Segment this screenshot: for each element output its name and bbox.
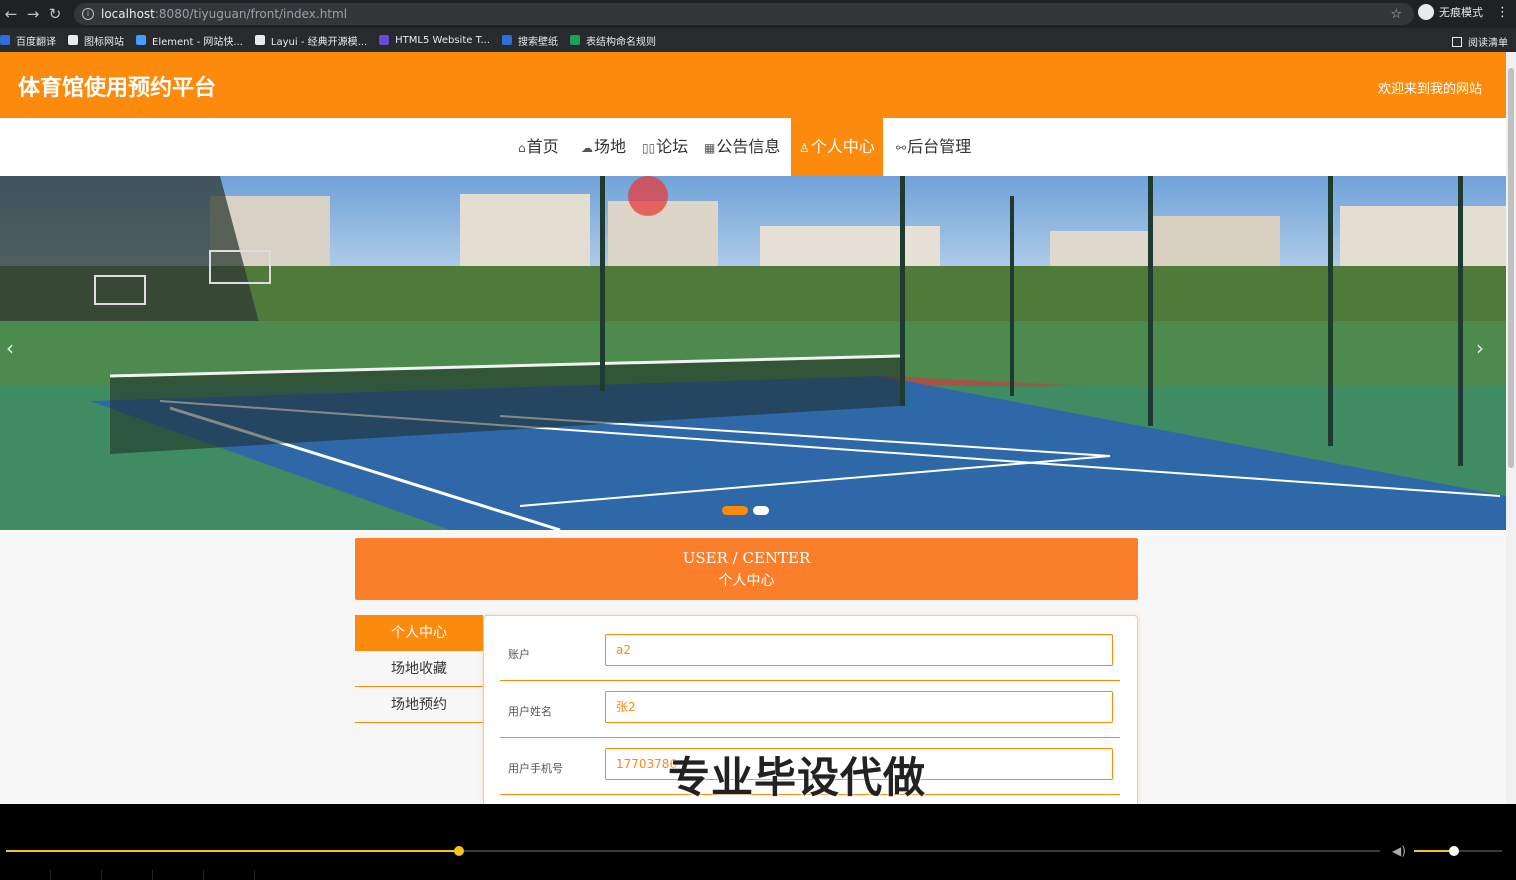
bookmark-item[interactable]: Element - 网站快... (136, 33, 243, 48)
scrollbar-thumb[interactable] (1508, 68, 1514, 468)
site-title[interactable]: 体育馆使用预约平台 (18, 70, 216, 102)
carousel-indicators (722, 506, 769, 515)
volume-fill (1414, 850, 1454, 852)
nav-item-label: 论坛 (656, 137, 689, 156)
bookmark-icon (379, 35, 390, 45)
address-bar[interactable]: i localhost:8080/tiyuguan/front/index.ht… (74, 3, 1414, 25)
nav-item-2[interactable]: ▯▯论坛 (642, 118, 688, 176)
page-viewport: 体育馆使用预约平台 欢迎来到我的网站 ⌂首页 ☁场地 ▯▯论坛 ▦公告信息 ♙个人中心 ⚯… (0, 52, 1506, 804)
side-menu-item[interactable]: 场地预约 (355, 687, 483, 723)
bookmarks-bar: 百度翻译 图标网站 Element - 网站快... Layui - 经典开源模...… (0, 28, 1516, 52)
bookmark-icon (502, 35, 513, 45)
forward-icon[interactable]: → (22, 5, 44, 23)
form-field-input[interactable]: 张2 (605, 691, 1113, 723)
incognito-icon (1418, 4, 1434, 20)
form-row: 用户姓名 张2 (500, 681, 1120, 738)
nav-item-label: 个人中心 (810, 137, 875, 156)
bookmark-item[interactable]: 百度翻译 (0, 33, 56, 48)
bookmark-label: Element - 网站快... (152, 36, 243, 48)
volume-icon[interactable]: ◀) (1392, 844, 1406, 858)
nav-item-4[interactable]: ♙个人中心 (791, 118, 883, 176)
bookmark-label: 图标网站 (84, 36, 124, 48)
nav-item-label: 首页 (526, 137, 559, 156)
bookmark-label: Layui - 经典开源模... (270, 36, 368, 48)
video-player-bar: ◀) (0, 804, 1516, 880)
reading-list-icon (1452, 36, 1462, 47)
nav-item-label: 场地 (594, 137, 627, 156)
nav-item-label: 后台管理 (907, 137, 972, 156)
incognito-label: 无痕模式 (1439, 6, 1483, 19)
user-center-title: USER / CENTER 个人中心 (355, 538, 1138, 600)
nav-item-label: 公告信息 (716, 137, 781, 156)
nav-item-3[interactable]: ▦公告信息 (704, 118, 780, 176)
bookmark-label: 表结构命名规则 (586, 36, 657, 48)
side-menu-item[interactable]: 个人中心 (355, 615, 483, 651)
browser-toolbar: ← → ↻ i localhost:8080/tiyuguan/front/in… (0, 0, 1516, 28)
progress-handle[interactable] (454, 846, 465, 856)
link-icon: ⚯ (896, 141, 907, 155)
form-field-label: 用户手机号 (508, 762, 563, 775)
nav-item-1[interactable]: ☁场地 (581, 118, 626, 176)
user-icon: ♙ (799, 141, 810, 155)
user-center-title-cn: 个人中心 (718, 573, 775, 589)
banner-carousel[interactable]: ‹ › (0, 176, 1506, 530)
prev-slide-icon[interactable]: ‹ (6, 336, 14, 360)
progress-track[interactable] (6, 846, 1380, 856)
nav-item-0[interactable]: ⌂首页 (518, 118, 559, 176)
cursor-highlight (628, 176, 668, 216)
reading-list-label: 阅读清单 (1468, 38, 1508, 49)
cloud-icon: ☁ (581, 141, 593, 155)
bookmark-item[interactable]: Layui - 经典开源模... (254, 33, 368, 48)
progress-fill (6, 850, 460, 852)
page-scrollbar[interactable] (1506, 52, 1516, 804)
form-row: 账户 a2 (500, 624, 1120, 681)
banner-image (0, 176, 1506, 530)
bookmark-item[interactable]: 搜索壁纸 (502, 33, 558, 48)
reading-list[interactable]: 阅读清单 (1452, 34, 1508, 49)
welcome-text: 欢迎来到我的网站 (1377, 82, 1482, 97)
main-nav: ⌂首页 ☁场地 ▯▯论坛 ▦公告信息 ♙个人中心 ⚯后台管理 (0, 118, 1506, 176)
bookmark-label: 搜索壁纸 (518, 36, 559, 48)
bookmark-icon (136, 35, 146, 45)
reload-icon[interactable]: ↻ (44, 5, 66, 23)
carousel-dot-active[interactable] (722, 506, 748, 515)
bookmark-icon (570, 35, 581, 45)
site-header: 体育馆使用预约平台 欢迎来到我的网站 (0, 52, 1506, 118)
bookmark-icon (68, 35, 78, 45)
bookmark-label: HTML5 Website T... (395, 34, 491, 46)
site-info-icon[interactable]: i (82, 8, 94, 20)
browser-menu-icon[interactable]: ⋮ (1496, 5, 1509, 20)
side-menu-item[interactable]: 场地收藏 (355, 651, 483, 687)
carousel-dot[interactable] (753, 506, 769, 515)
url-path: :8080/tiyuguan/front/index.html (154, 7, 348, 21)
bookmark-item[interactable]: 图标网站 (68, 33, 124, 48)
bookmark-item[interactable]: HTML5 Website T... (379, 35, 490, 46)
next-slide-icon[interactable]: › (1476, 336, 1484, 360)
volume-handle[interactable] (1448, 846, 1459, 856)
volume-track[interactable] (1414, 846, 1502, 856)
home-icon: ⌂ (518, 141, 526, 155)
forum-icon: ▯▯ (642, 141, 656, 155)
back-icon[interactable]: ← (0, 5, 22, 23)
form-field-label: 用户姓名 (508, 705, 552, 718)
url-host: localhost (101, 7, 155, 21)
watermark-overlay: 专业毕设代做 (668, 753, 927, 802)
incognito-indicator[interactable]: 无痕模式 (1418, 4, 1483, 20)
notice-icon: ▦ (704, 141, 716, 155)
player-footer (0, 870, 1516, 880)
form-field-label: 账户 (508, 648, 530, 661)
user-side-menu: 个人中心 场地收藏 场地预约 (355, 615, 483, 723)
bookmark-item[interactable]: 表结构命名规则 (570, 33, 656, 48)
bookmark-star-icon[interactable]: ☆ (1390, 7, 1402, 22)
nav-item-5[interactable]: ⚯后台管理 (896, 118, 971, 176)
form-field-input[interactable]: a2 (605, 634, 1113, 666)
bookmark-icon (0, 35, 10, 45)
bookmark-icon (254, 35, 265, 45)
user-center-title-en: USER / CENTER (682, 549, 811, 567)
bookmark-label: 百度翻译 (16, 36, 56, 48)
